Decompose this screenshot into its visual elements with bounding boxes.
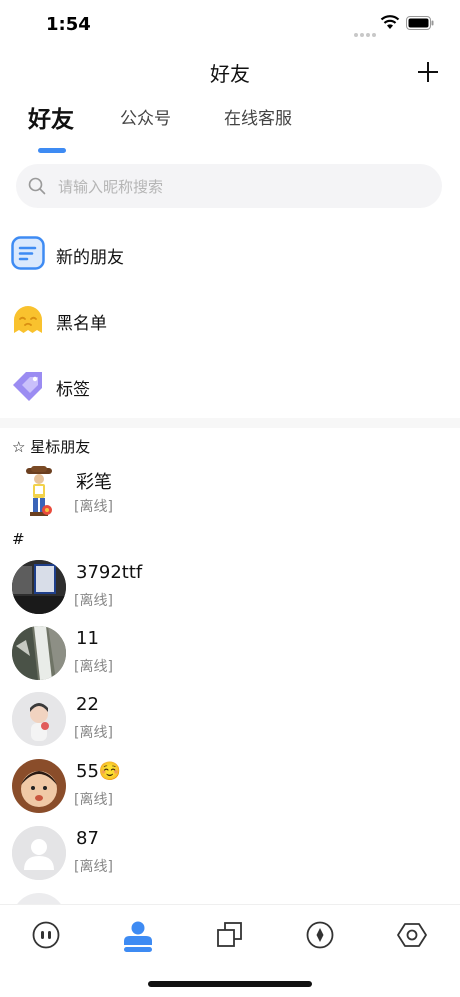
contact-name: 3792ttf: [76, 562, 143, 583]
contact-name: 22: [76, 694, 99, 715]
contact-name: 11: [76, 628, 99, 649]
status-time: 1:54: [46, 14, 91, 35]
menu-item-label: 黑名单: [56, 314, 107, 334]
starred-section-header: ☆ 星标朋友: [12, 438, 91, 456]
menu-item-label: 新的朋友: [56, 248, 124, 268]
tab-bar-top: 好友 公众号 在线客服: [0, 104, 460, 154]
contacts-icon: [124, 921, 152, 952]
tab-official-accounts[interactable]: 公众号: [120, 104, 171, 129]
layers-icon: [217, 922, 242, 947]
new-friends-icon: [11, 236, 45, 270]
contact-row[interactable]: 11 [离线]: [0, 626, 460, 690]
home-indicator: [148, 981, 312, 987]
avatar: [12, 626, 66, 680]
tab-settings[interactable]: [394, 917, 430, 953]
wifi-icon: [380, 15, 400, 29]
contact-name: 87: [76, 828, 99, 849]
avatar: [12, 560, 66, 614]
waterfall-avatar-icon: [12, 626, 66, 680]
tab-friends[interactable]: 好友: [28, 100, 74, 134]
contact-status: [离线]: [74, 659, 113, 675]
child-avatar-icon: [12, 692, 66, 746]
contact-row[interactable]: 彩笔 [离线]: [0, 466, 460, 530]
chat-icon: [32, 921, 60, 949]
contact-row[interactable]: 55☺️ [离线]: [0, 759, 460, 823]
contact-status: [离线]: [74, 859, 113, 875]
search-icon: [28, 177, 46, 195]
avatar: [12, 759, 66, 813]
section-divider: [0, 418, 460, 428]
photo-avatar-icon: [12, 560, 66, 614]
settings-hex-icon: [397, 923, 427, 947]
add-friend-button[interactable]: [416, 60, 440, 84]
tab-online-service[interactable]: 在线客服: [224, 104, 292, 129]
default-user-avatar-icon: [12, 826, 66, 880]
avatar: [12, 826, 66, 880]
avatar: [12, 466, 66, 520]
contact-status: [离线]: [74, 792, 113, 808]
cowboy-toy-avatar-icon: [26, 466, 52, 516]
menu-item-tags[interactable]: 标签: [0, 356, 460, 416]
tag-icon: [13, 372, 42, 401]
contact-status: [离线]: [74, 593, 113, 609]
menu-item-label: 标签: [56, 380, 90, 400]
contact-row[interactable]: 87 [离线]: [0, 826, 460, 890]
contact-name: 彩笔: [76, 472, 112, 493]
search-bar[interactable]: [16, 164, 442, 210]
tab-active-indicator: [38, 148, 66, 153]
contact-status: [离线]: [74, 725, 113, 741]
avatar: [12, 692, 66, 746]
page-title: 好友: [210, 62, 250, 86]
contact-status: [离线]: [74, 499, 113, 515]
tab-contacts[interactable]: [120, 917, 156, 953]
tab-layers[interactable]: [212, 917, 248, 953]
status-bar: 1:54: [0, 0, 460, 50]
menu-item-blacklist[interactable]: 黑名单: [0, 290, 460, 350]
blacklist-ghost-icon: [14, 306, 42, 333]
baby-avatar-icon: [12, 759, 66, 813]
tab-discover[interactable]: [302, 917, 338, 953]
search-input[interactable]: [56, 164, 420, 210]
others-section-header: #: [12, 530, 25, 548]
contact-name: 55☺️: [76, 761, 122, 782]
compass-icon: [306, 921, 334, 949]
tab-chat[interactable]: [28, 917, 64, 953]
menu-item-new-friends[interactable]: 新的朋友: [0, 224, 460, 284]
signal-icon: [354, 22, 378, 41]
contact-row[interactable]: 3792ttf [离线]: [0, 560, 460, 624]
battery-icon: [406, 16, 434, 30]
contact-row[interactable]: 22 [离线]: [0, 692, 460, 756]
